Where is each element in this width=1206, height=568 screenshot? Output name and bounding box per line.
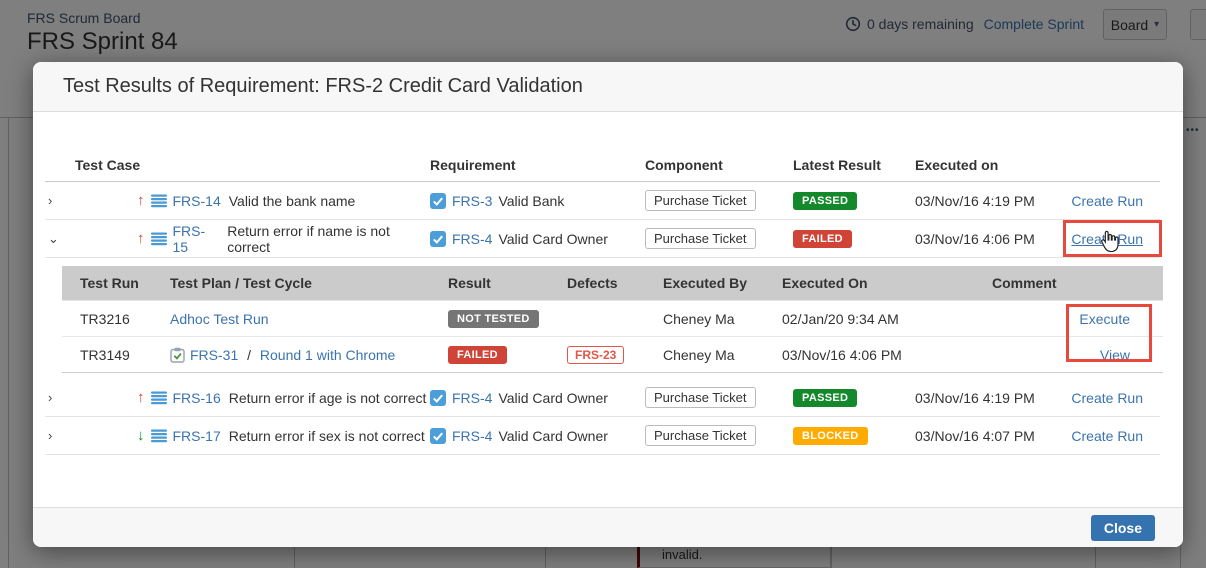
test-case-key-link[interactable]: FRS-14 bbox=[173, 193, 221, 209]
subheader-executed-on: Executed On bbox=[782, 275, 930, 291]
test-case-icon bbox=[151, 231, 167, 247]
test-case-icon bbox=[151, 428, 167, 444]
table-row: › ↑ FRS-14 Valid the bank name FRS-3 Val… bbox=[45, 182, 1160, 220]
test-case-summary: Return error if name is not correct bbox=[227, 223, 430, 255]
priority-up-icon: ↑ bbox=[137, 230, 145, 247]
create-run-link[interactable]: Create Run bbox=[1071, 193, 1143, 209]
requirement-key-link[interactable]: FRS-4 bbox=[452, 390, 492, 406]
requirement-check-icon bbox=[430, 428, 446, 444]
subheader-executed-by: Executed By bbox=[663, 275, 782, 291]
modal-title: Test Results of Requirement: FRS-2 Credi… bbox=[63, 75, 583, 98]
executed-on-value: 03/Nov/16 4:06 PM bbox=[782, 347, 930, 363]
status-badge: BLOCKED bbox=[793, 427, 868, 445]
test-cycle-link[interactable]: Round 1 with Chrome bbox=[260, 347, 395, 363]
test-cycle-clipboard-icon bbox=[170, 347, 185, 363]
table-row: ⌄ ↑ FRS-15 Return error if name is not c… bbox=[45, 220, 1160, 258]
subtable-header-row: Test Run Test Plan / Test Cycle Result D… bbox=[62, 266, 1163, 300]
table-row: › ↓ FRS-17 Return error if sex is not co… bbox=[45, 417, 1160, 455]
requirement-name: Valid Card Owner bbox=[498, 428, 607, 444]
requirement-check-icon bbox=[430, 193, 446, 209]
header-executed-on: Executed on bbox=[915, 157, 1060, 173]
test-case-icon bbox=[151, 193, 167, 209]
test-case-key-link[interactable]: FRS-15 bbox=[173, 223, 220, 255]
expand-chevron-icon[interactable]: › bbox=[45, 193, 75, 208]
test-case-summary: Return error if sex is not correct bbox=[229, 428, 425, 444]
header-requirement: Requirement bbox=[430, 157, 645, 173]
executed-on-value: 03/Nov/16 4:06 PM bbox=[915, 231, 1060, 247]
executed-by-value: Cheney Ma bbox=[663, 311, 782, 327]
status-badge: FAILED bbox=[793, 230, 852, 248]
test-plan-link[interactable]: Adhoc Test Run bbox=[170, 311, 269, 327]
plan-separator: / bbox=[243, 347, 255, 363]
component-tag: Purchase Ticket bbox=[645, 387, 756, 408]
header-latest-result: Latest Result bbox=[793, 157, 915, 173]
test-run-row: TR3149 FRS-31 / Round 1 with Chrome FAIL… bbox=[62, 336, 1163, 372]
expand-chevron-icon[interactable]: › bbox=[45, 428, 75, 443]
requirement-check-icon bbox=[430, 390, 446, 406]
test-results-table: Test Case Requirement Component Latest R… bbox=[45, 148, 1160, 455]
executed-on-value: 02/Jan/20 9:34 AM bbox=[782, 311, 930, 327]
test-case-summary: Return error if age is not correct bbox=[229, 390, 427, 406]
modal-footer: Close bbox=[33, 507, 1183, 547]
status-badge: NOT TESTED bbox=[448, 310, 539, 328]
test-plan-key-link[interactable]: FRS-31 bbox=[190, 347, 238, 363]
header-component: Component bbox=[645, 157, 793, 173]
test-run-row: TR3216 Adhoc Test Run NOT TESTED Cheney … bbox=[62, 300, 1163, 336]
requirement-name: Valid Card Owner bbox=[498, 390, 607, 406]
test-run-id: TR3216 bbox=[62, 311, 170, 327]
modal-body: Test Case Requirement Component Latest R… bbox=[33, 112, 1183, 455]
test-case-key-link[interactable]: FRS-16 bbox=[173, 390, 221, 406]
test-case-icon bbox=[151, 390, 167, 406]
priority-up-icon: ↑ bbox=[137, 389, 145, 406]
table-header-row: Test Case Requirement Component Latest R… bbox=[45, 148, 1160, 182]
expand-chevron-icon[interactable]: › bbox=[45, 390, 75, 405]
requirement-check-icon bbox=[430, 231, 446, 247]
test-runs-subtable: Test Run Test Plan / Test Cycle Result D… bbox=[62, 266, 1163, 373]
execute-link[interactable]: Execute bbox=[1079, 311, 1130, 327]
executed-on-value: 03/Nov/16 4:19 PM bbox=[915, 390, 1060, 406]
table-row: › ↑ FRS-16 Return error if age is not co… bbox=[45, 379, 1160, 417]
component-tag: Purchase Ticket bbox=[645, 190, 756, 211]
priority-up-icon: ↑ bbox=[137, 192, 145, 209]
modal-header: Test Results of Requirement: FRS-2 Credi… bbox=[33, 62, 1183, 112]
view-link[interactable]: View bbox=[1100, 347, 1130, 363]
requirement-key-link[interactable]: FRS-4 bbox=[452, 231, 492, 247]
subheader-test-run: Test Run bbox=[62, 275, 170, 291]
executed-by-value: Cheney Ma bbox=[663, 347, 782, 363]
executed-on-value: 03/Nov/16 4:19 PM bbox=[915, 193, 1060, 209]
defect-tag[interactable]: FRS-23 bbox=[567, 346, 624, 364]
header-test-case: Test Case bbox=[75, 157, 430, 173]
status-badge: FAILED bbox=[448, 346, 507, 364]
create-run-link[interactable]: Create Run bbox=[1071, 231, 1143, 247]
status-badge: PASSED bbox=[793, 192, 857, 210]
subheader-comment: Comment bbox=[930, 275, 1060, 291]
requirement-name: Valid Card Owner bbox=[498, 231, 607, 247]
executed-on-value: 03/Nov/16 4:07 PM bbox=[915, 428, 1060, 444]
status-badge: PASSED bbox=[793, 389, 857, 407]
requirement-key-link[interactable]: FRS-4 bbox=[452, 428, 492, 444]
test-case-summary: Valid the bank name bbox=[229, 193, 356, 209]
requirement-name: Valid Bank bbox=[498, 193, 564, 209]
requirement-key-link[interactable]: FRS-3 bbox=[452, 193, 492, 209]
priority-down-icon: ↓ bbox=[137, 427, 145, 444]
subheader-defects: Defects bbox=[567, 275, 663, 291]
create-run-link[interactable]: Create Run bbox=[1071, 390, 1143, 406]
subheader-test-plan: Test Plan / Test Cycle bbox=[170, 275, 432, 291]
test-results-modal: Test Results of Requirement: FRS-2 Credi… bbox=[33, 62, 1183, 547]
subheader-result: Result bbox=[432, 275, 567, 291]
create-run-link[interactable]: Create Run bbox=[1071, 428, 1143, 444]
collapse-chevron-icon[interactable]: ⌄ bbox=[45, 231, 75, 247]
component-tag: Purchase Ticket bbox=[645, 228, 756, 249]
test-run-id: TR3149 bbox=[62, 347, 170, 363]
close-button[interactable]: Close bbox=[1091, 515, 1155, 541]
component-tag: Purchase Ticket bbox=[645, 425, 756, 446]
test-case-key-link[interactable]: FRS-17 bbox=[173, 428, 221, 444]
